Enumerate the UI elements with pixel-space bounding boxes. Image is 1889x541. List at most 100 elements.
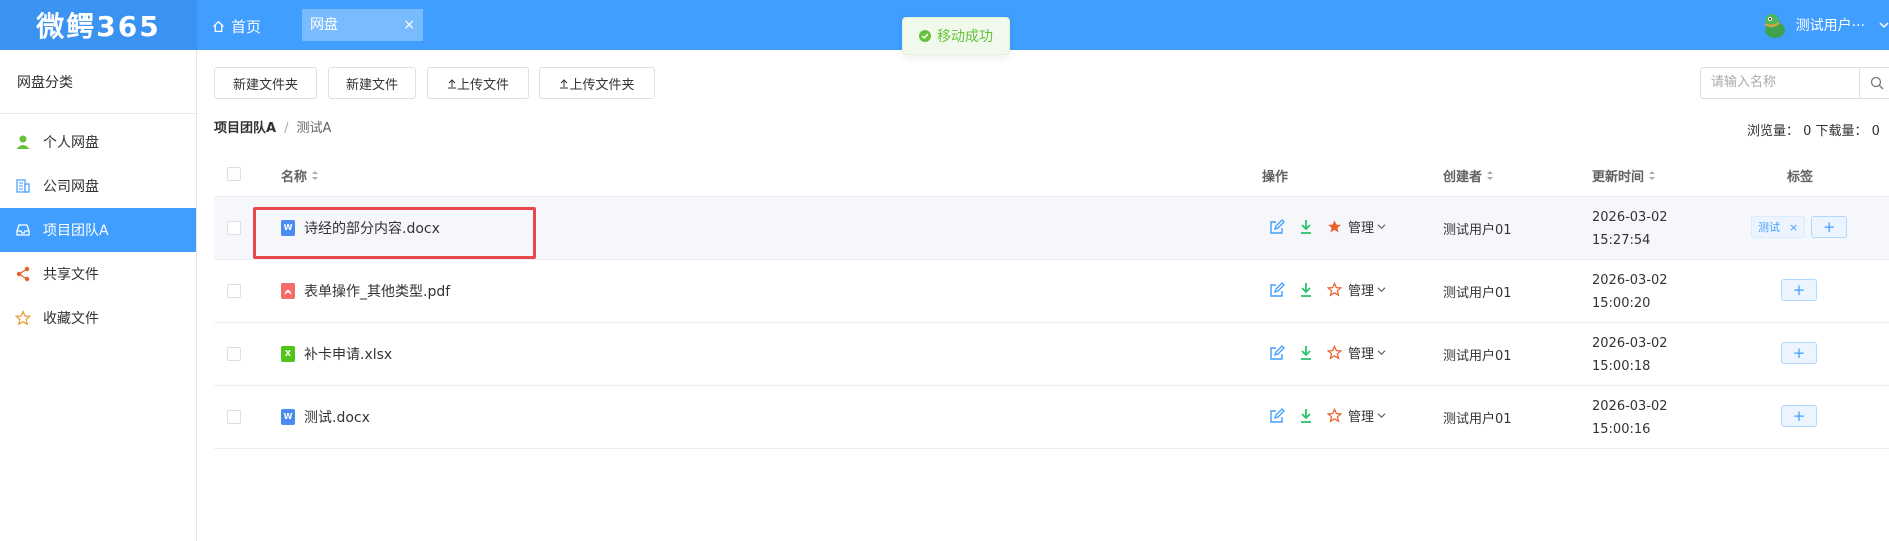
column-time[interactable]: 更新时间 — [1592, 166, 1656, 185]
column-creator-label: 创建者 — [1443, 170, 1483, 185]
file-name-text: 补卡申请.xlsx — [304, 347, 393, 363]
add-tag-button[interactable]: + — [1781, 279, 1817, 301]
upload-folder-button[interactable]: 上传文件夹 — [539, 67, 655, 99]
manage-dropdown[interactable]: 管理 — [1348, 217, 1386, 236]
sort-icon — [312, 171, 319, 180]
manage-dropdown[interactable]: 管理 — [1348, 406, 1386, 425]
download-icon[interactable] — [1299, 282, 1313, 298]
update-time: 2026-03-02 15:27:54 — [1592, 206, 1668, 252]
column-name[interactable]: 名称 — [281, 166, 319, 185]
chevron-down-icon — [1377, 350, 1386, 356]
download-icon[interactable] — [1299, 219, 1313, 235]
edit-icon[interactable] — [1269, 281, 1285, 298]
new-folder-button[interactable]: 新建文件夹 — [214, 67, 317, 99]
update-date: 2026-03-02 — [1592, 210, 1668, 225]
edit-icon[interactable] — [1269, 407, 1285, 424]
chevron-down-icon — [1377, 224, 1386, 230]
manage-dropdown[interactable]: 管理 — [1348, 343, 1386, 362]
update-date: 2026-03-02 — [1592, 399, 1668, 414]
file-name[interactable]: X 补卡申请.xlsx — [281, 344, 392, 364]
sidebar-item-shared[interactable]: 共享文件 — [0, 252, 196, 296]
row-checkbox[interactable] — [227, 410, 241, 424]
app-logo[interactable]: 微鳄365 — [0, 0, 197, 50]
sidebar-item-label: 共享文件 — [43, 267, 99, 283]
breadcrumb-current: 测试A — [296, 121, 332, 136]
manage-label: 管理 — [1348, 410, 1375, 425]
breadcrumb-root[interactable]: 项目团队A — [214, 121, 276, 136]
row-checkbox[interactable] — [227, 284, 241, 298]
new-file-button[interactable]: 新建文件 — [328, 67, 416, 99]
table-row[interactable]: X 补卡申请.xlsx 管理 测试用户01 2026-03-02 15:00:1… — [214, 323, 1889, 386]
column-name-label: 名称 — [281, 170, 308, 185]
share-icon — [16, 266, 30, 282]
manage-label: 管理 — [1348, 347, 1375, 362]
file-name[interactable]: 表单操作_其他类型.pdf — [281, 281, 450, 301]
home-label: 首页 — [231, 18, 262, 36]
avatar — [1764, 14, 1785, 38]
column-ops-label: 操作 — [1262, 170, 1289, 185]
file-name-text: 测试.docx — [304, 410, 370, 426]
creator: 测试用户01 — [1443, 223, 1512, 238]
home-link[interactable]: 首页 — [212, 16, 261, 37]
column-tags-label: 标签 — [1787, 170, 1814, 185]
column-creator[interactable]: 创建者 — [1443, 166, 1494, 185]
manage-dropdown[interactable]: 管理 — [1348, 280, 1386, 299]
search-input[interactable]: 请输入名称 — [1700, 67, 1860, 99]
sidebar-item-personal[interactable]: 个人网盘 — [0, 120, 196, 164]
add-tag-button[interactable]: + — [1781, 342, 1817, 364]
row-actions: 管理 — [1269, 343, 1386, 362]
row-checkbox[interactable] — [227, 347, 241, 361]
update-clock: 15:00:18 — [1592, 359, 1651, 374]
user-name: 测试用户··· — [1795, 18, 1865, 34]
star-outline-icon[interactable] — [1327, 408, 1342, 423]
toast-message: 移动成功 — [937, 29, 993, 45]
view-download-stats: 浏览量： 0 下载量： 0 — [1747, 124, 1880, 139]
column-ops: 操作 — [1262, 166, 1288, 185]
success-toast: 移动成功 — [902, 17, 1010, 55]
row-checkbox[interactable] — [227, 221, 241, 235]
tab-label: 网盘 — [310, 17, 338, 33]
update-date: 2026-03-02 — [1592, 336, 1668, 351]
update-clock: 15:00:16 — [1592, 422, 1651, 437]
user-icon — [16, 135, 30, 149]
upload-file-button[interactable]: 上传文件 — [427, 67, 529, 99]
update-time: 2026-03-02 15:00:18 — [1592, 332, 1668, 378]
sidebar-item-project-team[interactable]: 项目团队A — [0, 208, 196, 252]
update-clock: 15:00:20 — [1592, 296, 1651, 311]
update-clock: 15:27:54 — [1592, 233, 1651, 248]
close-icon[interactable]: × — [403, 9, 415, 41]
upload-icon — [560, 78, 569, 88]
sort-icon — [1649, 171, 1656, 180]
sidebar-item-label: 个人网盘 — [43, 135, 99, 151]
upload-folder-label: 上传文件夹 — [569, 77, 635, 93]
sidebar-item-favorites[interactable]: 收藏文件 — [0, 296, 196, 340]
add-tag-button[interactable]: + — [1811, 216, 1848, 238]
user-menu[interactable]: 测试用户··· — [1760, 10, 1889, 40]
download-icon[interactable] — [1299, 345, 1313, 361]
download-icon[interactable] — [1299, 408, 1313, 424]
table-row[interactable]: 表单操作_其他类型.pdf 管理 测试用户01 2026-03-02 15:00… — [214, 260, 1889, 323]
edit-icon[interactable] — [1269, 344, 1285, 361]
sort-icon — [1487, 171, 1494, 180]
star-outline-icon[interactable] — [1327, 282, 1342, 297]
add-tag-button[interactable]: + — [1781, 405, 1817, 427]
file-name[interactable]: W 测试.docx — [281, 407, 370, 427]
pdf-file-icon — [281, 283, 295, 299]
creator: 测试用户01 — [1443, 412, 1512, 427]
edit-icon[interactable] — [1269, 218, 1285, 235]
tab-netdisk[interactable]: 网盘 × — [302, 9, 423, 41]
select-all-checkbox[interactable] — [227, 167, 241, 181]
excel-file-icon: X — [281, 346, 295, 362]
tag-cell: + — [1781, 342, 1817, 364]
star-filled-icon[interactable] — [1327, 219, 1342, 234]
sidebar: 网盘分类 个人网盘 公司网盘 项目团队A 共享文件 收藏文件 — [0, 50, 197, 541]
creator: 测试用户01 — [1443, 349, 1512, 364]
row-actions: 管理 — [1269, 406, 1386, 425]
search-button[interactable] — [1860, 67, 1889, 99]
table-row[interactable]: W 测试.docx 管理 测试用户01 2026-03-02 15:00:16 … — [214, 386, 1889, 449]
table-header: 名称 操作 创建者 更新时间 标签 — [214, 151, 1889, 197]
star-outline-icon[interactable] — [1327, 345, 1342, 360]
breadcrumb-separator: / — [284, 121, 289, 136]
sidebar-item-company[interactable]: 公司网盘 — [0, 164, 196, 208]
tag-close-icon[interactable]: × — [1789, 221, 1798, 234]
